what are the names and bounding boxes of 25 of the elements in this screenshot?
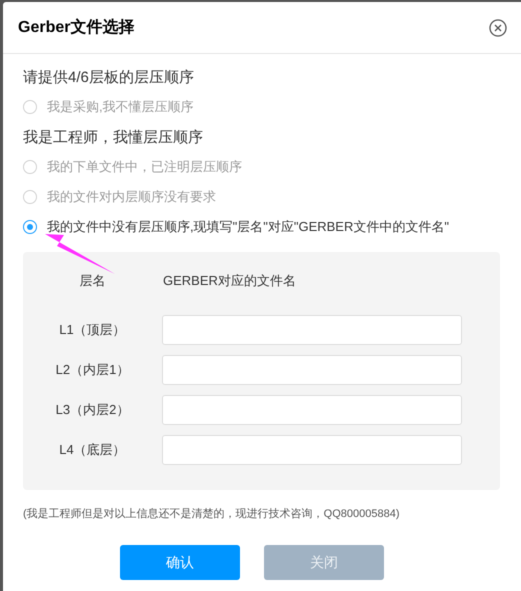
section-heading: 请提供4/6层板的层压顺序 [23,68,195,88]
radio-button[interactable] [23,160,37,174]
layer-label: L3（内层2） [54,401,130,420]
file-name-field[interactable] [162,395,462,425]
file-name-field[interactable] [162,315,462,345]
radio-button[interactable] [23,100,37,114]
radio-label: 我是采购,我不懂层压顺序 [47,98,194,116]
layer-label: L2（内层1） [54,361,130,380]
file-name-field[interactable] [162,435,462,465]
radio-button[interactable] [23,190,37,204]
radio-label: 我的下单文件中，已注明层压顺序 [47,158,242,176]
layer-label: L1（顶层） [58,321,127,340]
radio-button[interactable] [23,220,37,234]
note-text: (我是工程师但是对以上信息还不是清楚的，现进行技术咨询，QQ800005884) [23,507,400,522]
dialog-title: Gerber文件选择 [18,17,134,38]
layer-label: L4（底层） [58,441,127,460]
section-heading: 我是工程师，我懂层压顺序 [23,128,204,148]
file-name-field[interactable] [162,355,462,385]
dialog-button[interactable]: 关闭 [264,544,384,580]
dialog-button[interactable]: 确认 [120,544,240,580]
radio-label: 我的文件对内层顺序没有要求 [47,188,216,206]
close-icon[interactable] [489,18,507,36]
column-header: 层名 [78,272,106,290]
radio-label: 我的文件中没有层压顺序,现填写"层名"对应"GERBER文件中的文件名" [47,218,449,236]
column-header: GERBER对应的文件名 [162,272,296,290]
